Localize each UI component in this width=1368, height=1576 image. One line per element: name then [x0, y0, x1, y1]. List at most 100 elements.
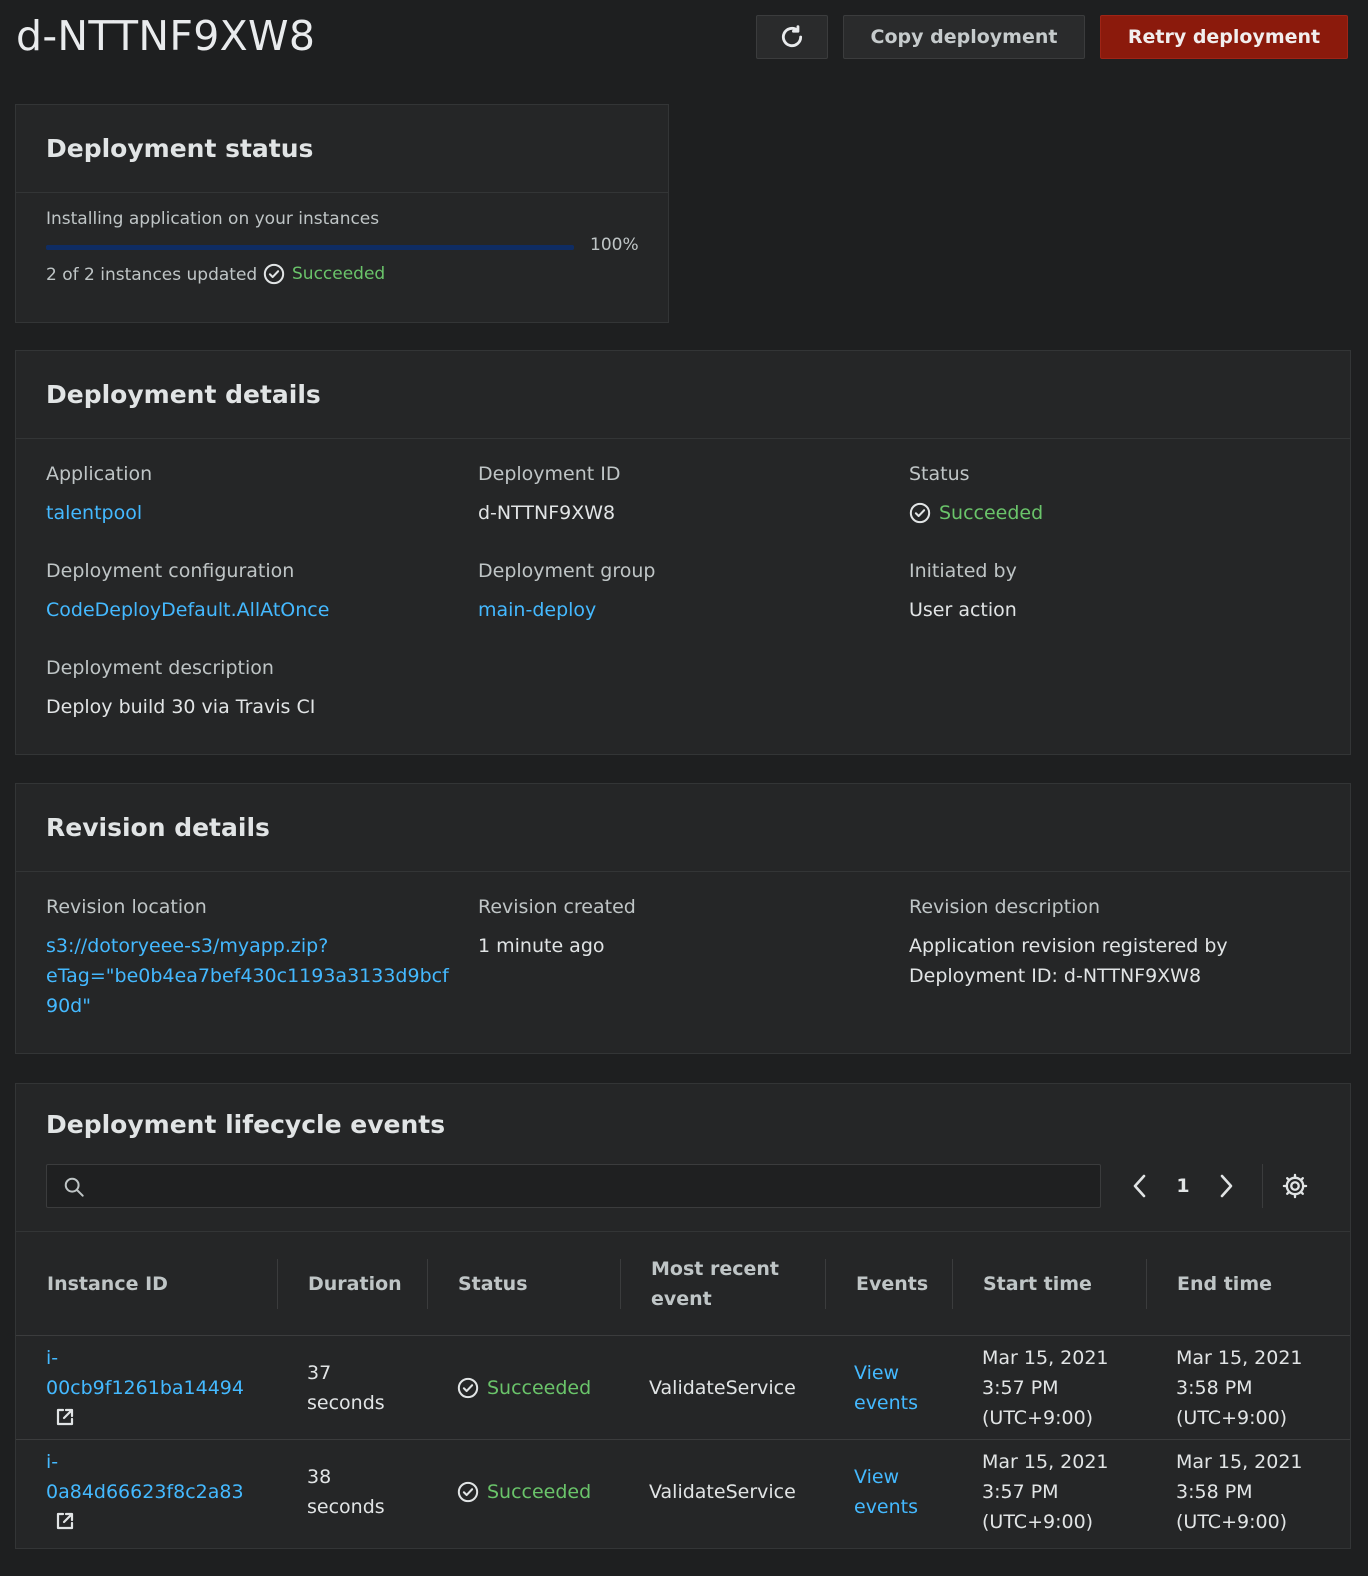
revision-created-field: Revision created 1 minute ago — [478, 896, 636, 961]
next-page-button[interactable] — [1214, 1164, 1238, 1208]
progress-percent: 100% — [590, 235, 639, 255]
column-divider — [952, 1259, 953, 1309]
end-date: Mar 15, 2021 — [1176, 1451, 1303, 1473]
duration-unit: seconds — [307, 1392, 385, 1414]
start-timezone: (UTC+9:00) — [982, 1407, 1094, 1429]
application-field: Application talentpool — [46, 463, 152, 528]
events-cell: View events — [854, 1440, 918, 1544]
status-cell: Succeeded — [457, 1336, 591, 1440]
refresh-button[interactable] — [756, 15, 828, 59]
lifecycle-events-panel: Deployment lifecycle events 1 Instance I… — [15, 1083, 1351, 1549]
column-divider — [277, 1259, 278, 1309]
initiated-by-value: User action — [909, 599, 1017, 621]
status-text: Succeeded — [292, 264, 386, 284]
application-link[interactable]: talentpool — [46, 498, 152, 528]
table-row: i- 0a84d66623f8c2a83 38 seconds Succeede… — [16, 1439, 1350, 1543]
deployment-details-heading: Deployment details — [46, 380, 321, 409]
status-label: Status — [909, 463, 970, 485]
instance-id-value: 00cb9f1261ba14494 — [46, 1377, 244, 1399]
revision-description-line: Deployment ID: d-NTTNF9XW8 — [909, 965, 1202, 987]
copy-deployment-button[interactable]: Copy deployment — [843, 15, 1085, 59]
revision-details-panel: Revision details Revision location s3://… — [15, 783, 1351, 1054]
lifecycle-events-header: Deployment lifecycle events — [16, 1084, 1350, 1164]
column-divider — [427, 1259, 428, 1309]
initiated-by-field: Initiated by User action — [909, 560, 1017, 625]
column-header-duration[interactable]: Duration — [308, 1232, 402, 1335]
recent-event-cell: ValidateService — [649, 1377, 796, 1399]
end-time: 3:58 PM — [1176, 1481, 1253, 1503]
lifecycle-events-heading: Deployment lifecycle events — [46, 1109, 446, 1139]
column-header-line: event — [651, 1287, 712, 1310]
column-header-instance-id[interactable]: Instance ID — [47, 1232, 168, 1335]
previous-page-button[interactable] — [1128, 1164, 1152, 1208]
status-text: Succeeded — [939, 502, 1044, 524]
search-input[interactable] — [46, 1164, 1101, 1208]
deployment-status-header: Deployment status — [16, 105, 668, 193]
deployment-group-link[interactable]: main-deploy — [478, 595, 655, 625]
retry-deployment-button[interactable]: Retry deployment — [1100, 15, 1348, 59]
column-header-line: Most recent — [651, 1257, 779, 1280]
revision-location-line: s3://dotoryeee-s3/myapp.zip? — [46, 935, 329, 957]
status-badge: Succeeded — [263, 263, 385, 285]
table-settings-button[interactable] — [1280, 1164, 1310, 1208]
revision-description-value: Application revision registered by Deplo… — [909, 931, 1228, 991]
column-header-events[interactable]: Events — [856, 1232, 928, 1335]
column-header-start-time[interactable]: Start time — [983, 1232, 1092, 1335]
view-events-link[interactable]: View events — [854, 1462, 918, 1522]
status-field: Status Succeeded — [909, 463, 1043, 528]
instance-id-prefix: i- — [46, 1347, 59, 1369]
status-text: Succeeded — [487, 1377, 592, 1399]
deployment-id-label: Deployment ID — [478, 463, 621, 485]
view-events-link[interactable]: View events — [854, 1358, 918, 1418]
view-events-line: events — [854, 1496, 919, 1518]
deployment-details-panel: Deployment details Application talentpoo… — [15, 350, 1351, 755]
start-date: Mar 15, 2021 — [982, 1347, 1109, 1369]
end-time-cell: Mar 15, 2021 3:58 PM (UTC+9:00) — [1176, 1440, 1303, 1544]
instance-id-value: 0a84d66623f8c2a83 — [46, 1481, 244, 1503]
start-time: 3:57 PM — [982, 1377, 1059, 1399]
end-timezone: (UTC+9:00) — [1176, 1407, 1288, 1429]
duration-value: 37 — [307, 1362, 332, 1384]
revision-location-link[interactable]: s3://dotoryeee-s3/myapp.zip? eTag="be0b4… — [46, 931, 449, 1021]
refresh-icon — [781, 25, 803, 48]
deployment-configuration-link[interactable]: CodeDeployDefault.AllAtOnce — [46, 595, 329, 625]
check-circle-icon — [909, 502, 931, 524]
status-cell: Succeeded — [457, 1440, 591, 1544]
end-time-cell: Mar 15, 2021 3:58 PM (UTC+9:00) — [1176, 1336, 1303, 1440]
check-circle-icon — [263, 263, 285, 285]
progress-label: Installing application on your instances — [46, 209, 380, 229]
check-circle-icon — [457, 1377, 479, 1399]
instance-id-link[interactable]: i- 0a84d66623f8c2a83 — [46, 1447, 244, 1537]
revision-created-label: Revision created — [478, 896, 636, 918]
column-divider — [620, 1259, 621, 1309]
instance-id-cell: i- 0a84d66623f8c2a83 — [46, 1440, 244, 1544]
duration-unit: seconds — [307, 1496, 385, 1518]
external-link-icon — [56, 1408, 74, 1426]
chevron-left-icon — [1133, 1174, 1146, 1198]
instance-id-cell: i- 00cb9f1261ba14494 — [46, 1336, 244, 1440]
column-header-status[interactable]: Status — [458, 1232, 528, 1335]
recent-event-cell: ValidateService — [649, 1481, 796, 1503]
revision-created-value: 1 minute ago — [478, 935, 605, 957]
deployment-id-value: d-NTTNF9XW8 — [478, 502, 616, 524]
page-number[interactable]: 1 — [1168, 1164, 1198, 1208]
end-timezone: (UTC+9:00) — [1176, 1511, 1288, 1533]
search-icon — [64, 1177, 84, 1197]
revision-location-line: 90d" — [46, 995, 91, 1017]
check-circle-icon — [457, 1481, 479, 1503]
chevron-right-icon — [1220, 1174, 1233, 1198]
deployment-status-panel: Deployment status Installing application… — [15, 104, 669, 323]
column-header-most-recent-event[interactable]: Most recent event — [651, 1232, 779, 1335]
revision-location-line: eTag="be0b4ea7bef430c1193a3133d9bcf — [46, 965, 449, 987]
revision-description-line: Application revision registered by — [909, 935, 1228, 957]
duration-value: 38 — [307, 1466, 332, 1488]
deployment-group-field: Deployment group main-deploy — [478, 560, 655, 625]
application-label: Application — [46, 463, 153, 485]
progress-bar-fill — [46, 245, 574, 250]
start-time-cell: Mar 15, 2021 3:57 PM (UTC+9:00) — [982, 1440, 1109, 1544]
view-events-line: events — [854, 1392, 919, 1414]
deployment-description-label: Deployment description — [46, 657, 274, 679]
instance-id-prefix: i- — [46, 1451, 59, 1473]
instance-id-link[interactable]: i- 00cb9f1261ba14494 — [46, 1343, 244, 1433]
column-header-end-time[interactable]: End time — [1177, 1232, 1272, 1335]
